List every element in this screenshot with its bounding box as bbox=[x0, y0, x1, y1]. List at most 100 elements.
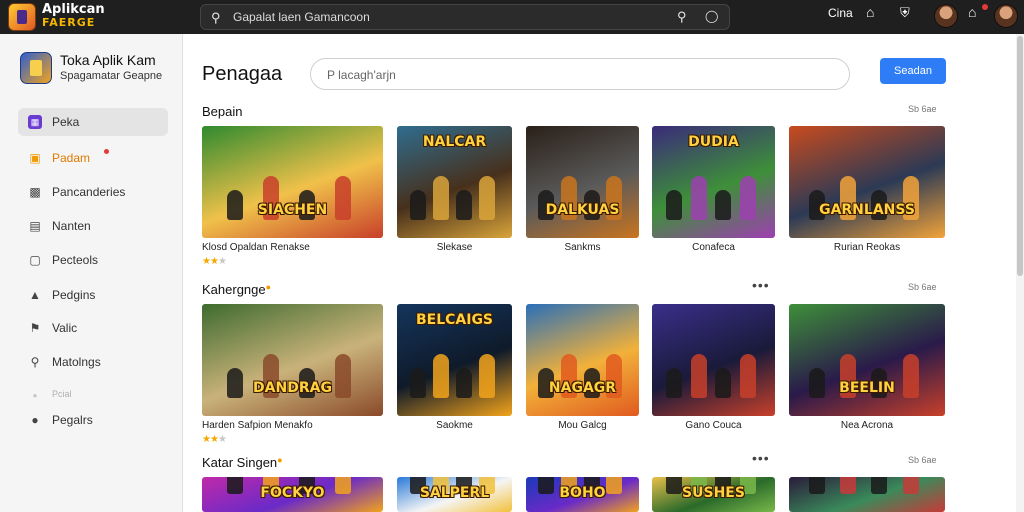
sidebar-item-label: Pcial bbox=[52, 389, 72, 399]
game-card[interactable]: BOHO bbox=[526, 477, 639, 512]
game-title[interactable]: Klosd Opaldan Renakse bbox=[202, 242, 310, 253]
sidebar-item-plugins[interactable]: ▲ Pedgins bbox=[18, 281, 168, 309]
character-figure bbox=[433, 176, 449, 220]
character-figure bbox=[715, 368, 731, 398]
brand-line-1: Aplikcan bbox=[42, 2, 105, 17]
notification-badge bbox=[982, 4, 988, 10]
grid-icon: ▦ bbox=[28, 115, 42, 129]
game-title[interactable]: Saokme bbox=[397, 420, 512, 431]
sidebar-item-label: Pancanderies bbox=[52, 185, 126, 199]
section-star-icon: ● bbox=[277, 455, 283, 465]
game-art-title: NALCAR bbox=[422, 134, 487, 150]
sidebar-item-documents[interactable]: ▢ Pecteols bbox=[18, 246, 168, 274]
sidebar-item-categories[interactable]: ▩ Pancanderies bbox=[18, 178, 168, 206]
game-card[interactable]: DANDRAG bbox=[202, 304, 383, 416]
character-figure bbox=[740, 176, 756, 220]
sidebar-item-label: Nanten bbox=[52, 219, 91, 233]
section-title: Katar Singen● bbox=[202, 455, 283, 470]
see-all-link[interactable]: Sb 6ae bbox=[908, 104, 937, 114]
sidebar-item-label: Peka bbox=[52, 115, 80, 129]
top-search-text: Gapalat laen Gamancoon bbox=[233, 10, 370, 24]
game-card[interactable]: BEELIN bbox=[789, 304, 945, 416]
game-card[interactable]: SIACHEN bbox=[202, 126, 383, 238]
user-avatar[interactable] bbox=[994, 4, 1018, 28]
search-icon: ⚲ bbox=[211, 10, 221, 25]
see-all-link[interactable]: Sb 6ae bbox=[908, 455, 937, 465]
home-icon[interactable]: ⌂ bbox=[866, 4, 874, 20]
character-figure bbox=[903, 477, 919, 494]
store-app-icon bbox=[20, 52, 52, 84]
rating-stars: ★★★ bbox=[202, 434, 227, 445]
game-title[interactable]: Conafeca bbox=[652, 242, 775, 253]
document-icon: ▢ bbox=[29, 253, 41, 267]
top-search-input[interactable]: ⚲ Gapalat laen Gamancoon ⚲ ◯ bbox=[200, 4, 730, 30]
sidebar-item-search[interactable]: ⚲ Matolngs bbox=[18, 348, 168, 376]
game-card[interactable] bbox=[789, 477, 945, 512]
notifications-icon[interactable]: ⌂ bbox=[968, 4, 976, 20]
game-art-title: SALPERL bbox=[419, 485, 490, 501]
section-title: Kahergnge● bbox=[202, 282, 272, 297]
character-figure bbox=[479, 176, 495, 220]
search-icon[interactable]: ⚲ bbox=[677, 9, 687, 25]
more-options-icon[interactable]: ••• bbox=[752, 278, 770, 292]
sidebar-item-label: Pecteols bbox=[52, 253, 99, 267]
sidebar-item-flag[interactable]: ⚑ Valic bbox=[18, 314, 168, 342]
scrollbar[interactable] bbox=[1016, 34, 1024, 512]
game-art-title: BELCAIGS bbox=[415, 312, 494, 328]
game-title[interactable]: Rurian Reokas bbox=[789, 242, 945, 253]
game-title[interactable]: Harden Safpion Menakfo bbox=[202, 420, 313, 431]
voice-icon[interactable]: ◯ bbox=[705, 9, 718, 23]
character-figure bbox=[410, 368, 426, 398]
scrollbar-thumb[interactable] bbox=[1017, 36, 1023, 276]
sidebar-item-label: Pegalrs bbox=[52, 413, 93, 427]
character-figure bbox=[666, 190, 682, 220]
character-figure bbox=[456, 368, 472, 398]
game-title[interactable]: Slekase bbox=[397, 242, 512, 253]
game-title[interactable]: Gano Couca bbox=[652, 420, 775, 431]
section-star-icon: ● bbox=[265, 282, 272, 292]
shield-icon[interactable]: ⛨ bbox=[900, 5, 910, 21]
sidebar-item-settings[interactable]: ● Pegalrs bbox=[18, 406, 168, 434]
game-card[interactable]: NALCAR bbox=[397, 126, 512, 238]
fire-icon: ▣ bbox=[29, 151, 41, 165]
game-card[interactable] bbox=[652, 304, 775, 416]
game-art-title: DUDIA bbox=[688, 134, 739, 150]
game-art-title: SUSHES bbox=[682, 485, 745, 501]
game-card[interactable]: BELCAIGS bbox=[397, 304, 512, 416]
more-options-icon[interactable]: ••• bbox=[752, 451, 770, 465]
sidebar-item-label: Valic bbox=[52, 321, 78, 335]
friend-avatar[interactable] bbox=[934, 4, 958, 28]
character-figure bbox=[410, 190, 426, 220]
game-card[interactable]: SUSHES bbox=[652, 477, 775, 512]
store-name: Toka Aplik Kam bbox=[60, 52, 156, 68]
game-card[interactable]: GARNLANSS bbox=[789, 126, 945, 238]
section-title: Bepain bbox=[202, 104, 243, 119]
character-figure bbox=[871, 477, 887, 494]
region-label[interactable]: Cina bbox=[828, 6, 853, 20]
search-icon: ⚲ bbox=[30, 355, 40, 369]
character-figure bbox=[691, 176, 707, 220]
calendar-icon: ▤ bbox=[29, 219, 41, 233]
character-figure bbox=[691, 354, 707, 398]
sidebar-item-calendar[interactable]: ▤ Nanten bbox=[18, 212, 168, 240]
see-all-link[interactable]: Sb 6ae bbox=[908, 282, 937, 292]
app-logo-icon[interactable] bbox=[8, 3, 36, 31]
sidebar-item-label: Padam bbox=[52, 151, 91, 165]
page-title: Penagaa bbox=[202, 63, 283, 85]
search-button[interactable]: Seadan bbox=[880, 58, 946, 84]
game-card[interactable]: NAGAGR bbox=[526, 304, 639, 416]
sidebar-item-home[interactable]: ▦ Peka bbox=[18, 108, 168, 136]
main-search-input[interactable]: P lacagh'arjn bbox=[310, 58, 850, 90]
character-figure bbox=[840, 477, 856, 494]
game-card[interactable]: DALKUAS bbox=[526, 126, 639, 238]
game-title[interactable]: Sankms bbox=[526, 242, 639, 253]
sidebar-item-label: Pedgins bbox=[52, 288, 96, 302]
flag-icon: ⚑ bbox=[29, 321, 41, 335]
brand-name[interactable]: Aplikcan FAERGE bbox=[42, 3, 105, 29]
sidebar-item-popular[interactable]: ▣ Padam bbox=[18, 144, 168, 172]
game-card[interactable]: SALPERL bbox=[397, 477, 512, 512]
game-card[interactable]: DUDIA bbox=[652, 126, 775, 238]
game-card[interactable]: FOCKYO bbox=[202, 477, 383, 512]
game-title[interactable]: Mou Galcg bbox=[526, 420, 639, 431]
game-title[interactable]: Nea Acrona bbox=[789, 420, 945, 431]
